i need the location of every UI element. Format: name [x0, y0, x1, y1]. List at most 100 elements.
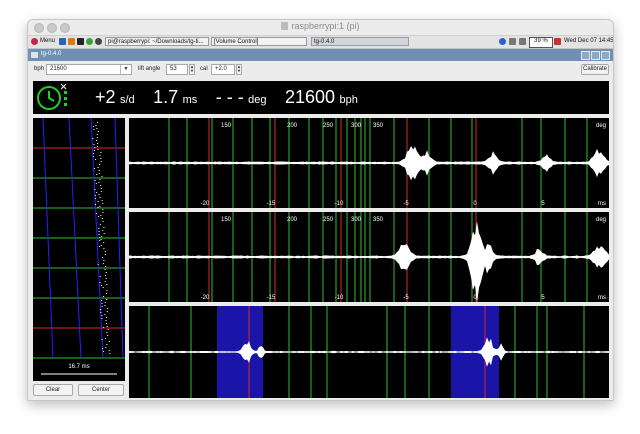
- ms-tick-label: -20: [201, 295, 210, 301]
- strip-dot: [100, 312, 102, 313]
- ms-tick-label: 5: [541, 295, 545, 301]
- deg-tick-label: 200: [287, 217, 298, 223]
- raspberry-icon[interactable]: [31, 38, 38, 45]
- strip-dot: [97, 167, 99, 168]
- taskbar-tg-task[interactable]: tg-0.4.0: [311, 37, 409, 46]
- mac-titlebar: raspberrypi:1 (pi): [28, 20, 613, 36]
- strip-dot: [104, 251, 106, 252]
- chevron-down-icon[interactable]: ▼: [120, 65, 131, 74]
- bph-select[interactable]: 21600 ▼: [46, 64, 132, 75]
- strip-dot: [94, 147, 96, 148]
- lift-angle-input[interactable]: 53: [166, 64, 188, 75]
- strip-dot: [101, 176, 103, 177]
- strip-dot: [102, 221, 104, 222]
- paper-strip-panel[interactable]: 16.7 ms: [33, 118, 125, 381]
- strip-dot: [96, 137, 98, 138]
- strip-dot: [102, 230, 104, 231]
- ms-tick-label: 5: [541, 201, 545, 207]
- strip-dot: [104, 254, 106, 255]
- strip-dot: [102, 257, 104, 258]
- strip-dot: [99, 276, 101, 277]
- strip-dot: [105, 278, 107, 279]
- center-button[interactable]: Center: [78, 384, 124, 396]
- beat-error-value: 1.7: [153, 87, 179, 107]
- strip-dot: [106, 317, 108, 318]
- wifi-icon[interactable]: [509, 38, 516, 45]
- strip-dot: [97, 122, 99, 123]
- cal-label: cal: [200, 66, 208, 72]
- toolbar: bph 21600 ▼ lift angle 53 ▲ ▼ cal +2.0 ▲ ▼…: [28, 61, 613, 77]
- strip-dot: [99, 206, 101, 207]
- strip-dot: [98, 173, 100, 174]
- strip-dot: [108, 341, 110, 342]
- deg-tick-label: 300: [351, 123, 362, 129]
- volume-icon[interactable]: [519, 38, 526, 45]
- strip-dot: [103, 248, 105, 249]
- strip-dot: [105, 320, 107, 321]
- terminal-icon[interactable]: [77, 38, 84, 45]
- eject-icon[interactable]: [554, 38, 561, 45]
- strip-dot: [107, 308, 109, 309]
- strip-dot: [107, 335, 109, 336]
- strip-dot: [97, 201, 99, 202]
- ms-unit-label: ms: [598, 295, 606, 301]
- mac-window-title: raspberrypi:1 (pi): [28, 21, 613, 31]
- paper-strip-plot: 16.7 ms: [33, 118, 125, 375]
- strip-dot: [92, 153, 94, 154]
- cal-stepper-icon[interactable]: ▲ ▼: [236, 64, 242, 75]
- ms-tick-label: -15: [267, 295, 276, 301]
- cal-input[interactable]: +2.0: [211, 64, 235, 75]
- beat-error-unit: ms: [182, 94, 198, 106]
- strip-dot: [99, 155, 101, 156]
- strip-dot: [108, 350, 110, 351]
- strip-dot: [97, 149, 99, 150]
- settings-icon[interactable]: [95, 38, 102, 45]
- strip-dot: [100, 161, 102, 162]
- app-launcher-icon[interactable]: [86, 38, 93, 45]
- strip-dot: [106, 344, 108, 345]
- lift-angle-stepper-icon[interactable]: ▲ ▼: [189, 64, 195, 75]
- strip-dot: [99, 224, 101, 225]
- strip-dot: [104, 305, 106, 306]
- strip-dot: [97, 264, 99, 265]
- strip-dot: [106, 326, 108, 327]
- rate-unit: s/d: [119, 94, 135, 106]
- strip-dot: [97, 207, 99, 208]
- strip-dot: [99, 309, 101, 310]
- strip-dot: [106, 290, 108, 291]
- strip-dot: [102, 287, 104, 288]
- readout-bar: +2 s/d 1.7 ms - - - deg 21600 bph: [33, 81, 609, 114]
- strip-dot: [104, 314, 106, 315]
- strip-dot: [106, 311, 108, 312]
- strip-dot: [98, 231, 100, 232]
- taskbar-clock: Wed Dec 07 14:45: [564, 38, 614, 44]
- bluetooth-icon[interactable]: [499, 38, 506, 45]
- ms-tick-label: -10: [335, 295, 344, 301]
- strip-dot: [96, 174, 98, 175]
- strip-dot: [93, 168, 95, 169]
- strip-dot: [93, 129, 95, 130]
- browser-icon[interactable]: [59, 38, 66, 45]
- strip-dot: [100, 152, 102, 153]
- file-manager-icon[interactable]: [68, 38, 75, 45]
- strip-dot: [96, 128, 98, 129]
- menu-button[interactable]: Menu: [40, 37, 55, 46]
- strip-dot: [103, 242, 105, 243]
- app-minimize-icon[interactable]: [581, 51, 590, 60]
- waveform-panel-toc: 150 200 250 300 350 deg -20 -15 -10 -5 0 5 ms: [129, 212, 609, 302]
- ms-tick-label: -10: [335, 201, 344, 207]
- app-close-icon[interactable]: [601, 51, 610, 60]
- strip-dot: [99, 246, 100, 247]
- app-maximize-icon[interactable]: [591, 51, 600, 60]
- deg-tick-label: 300: [351, 217, 362, 223]
- clear-button[interactable]: Clear: [33, 384, 73, 396]
- calibrate-button[interactable]: Calibrate: [581, 64, 609, 75]
- deg-tick-label: 150: [221, 217, 232, 223]
- waveform-panel-period: [129, 306, 609, 398]
- taskbar: Menu pi@raspberrypi: ~/Downloads/tg-ti..…: [28, 36, 613, 49]
- strip-dot: [105, 275, 106, 276]
- strip-dot: [101, 285, 102, 286]
- strip-dot: [97, 146, 98, 147]
- taskbar-volume-task[interactable]: [Volume Control]: [211, 37, 307, 46]
- taskbar-terminal-task[interactable]: pi@raspberrypi: ~/Downloads/tg-ti...: [105, 37, 209, 46]
